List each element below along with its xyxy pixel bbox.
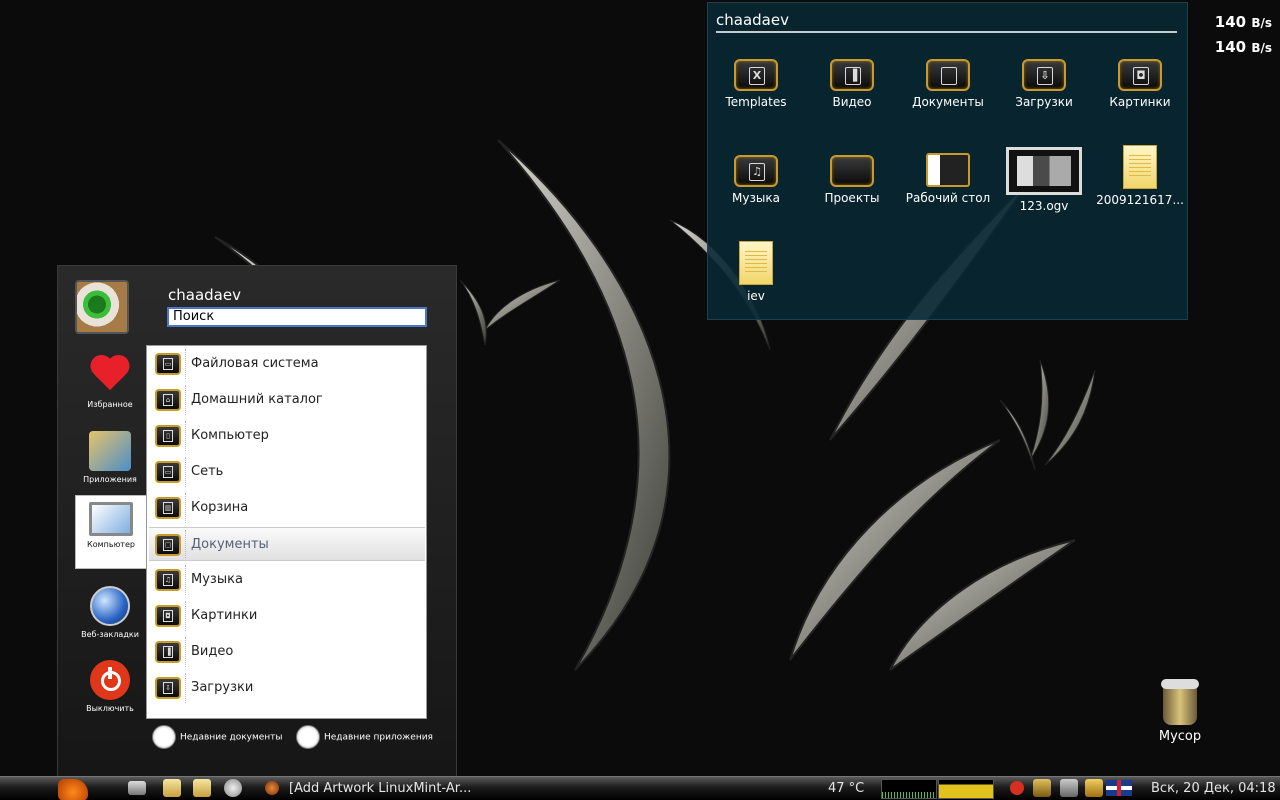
file-manager-icon[interactable]	[163, 779, 181, 797]
recent-applications-button[interactable]: Недавние приложения	[296, 725, 433, 749]
memory-meter[interactable]	[938, 779, 994, 799]
globe-icon	[90, 586, 130, 626]
file-item-123-ogv[interactable]: 123.ogv	[996, 147, 1092, 213]
music-folder-icon: ♫	[734, 155, 778, 187]
power-icon	[90, 660, 130, 700]
panel-clock[interactable]: Вск, 20 Дек, 04:18	[1151, 779, 1276, 799]
folder-view-widget: chaadaev X Templates ▐ Видео Документы ⇩…	[707, 2, 1188, 320]
computer-icon: ▯	[155, 425, 181, 447]
network-status-icon[interactable]	[1010, 781, 1024, 795]
downloads-icon: ⇩	[155, 677, 181, 699]
folder-item-templates[interactable]: X Templates	[708, 59, 804, 109]
system-monitor-graph[interactable]	[881, 779, 937, 799]
lock-icon[interactable]	[1060, 779, 1078, 797]
pictures-icon: ◘	[155, 605, 181, 627]
projects-folder-icon	[830, 155, 874, 187]
menu-username: chaadaev	[168, 286, 241, 304]
place-trash[interactable]: ▥ Корзина	[149, 491, 425, 525]
workspace-icon[interactable]	[1033, 779, 1051, 797]
templates-icon: X	[734, 59, 778, 91]
music-icon: ♫	[155, 569, 181, 591]
place-network[interactable]: ▭ Сеть	[149, 455, 425, 489]
clock-icon	[296, 725, 320, 749]
folder-item-projects[interactable]: Проекты	[804, 155, 900, 205]
battery-icon[interactable]	[1085, 779, 1103, 797]
applications-icon	[89, 431, 131, 471]
download-speed: 140 B/s	[1214, 13, 1272, 31]
folder-widget-divider	[716, 31, 1177, 33]
drive-icon: ▭	[155, 353, 181, 375]
folder-item-documents[interactable]: Документы	[900, 59, 996, 109]
video-icon: ▐	[155, 641, 181, 663]
category-computer[interactable]: Компьютер	[75, 495, 147, 569]
settings-icon[interactable]	[224, 779, 242, 797]
search-input[interactable]: Поиск	[167, 307, 427, 327]
place-music[interactable]: ♫ Музыка	[149, 563, 425, 597]
network-icon: ▭	[155, 461, 181, 483]
folder-item-music[interactable]: ♫ Музыка	[708, 155, 804, 205]
downloads-folder-icon: ⇩	[1022, 59, 1066, 91]
place-computer[interactable]: ▯ Компьютер	[149, 419, 425, 453]
documents-folder-icon	[926, 59, 970, 91]
taskbar-window-button[interactable]: [Add Artwork LinuxMint-Ar...	[289, 779, 471, 799]
category-applications[interactable]: Приложения	[76, 431, 144, 484]
trash-icon: ▥	[155, 497, 181, 519]
video-folder-icon: ▐	[830, 59, 874, 91]
category-web-bookmarks[interactable]: Веб-закладки	[76, 586, 144, 639]
clock-icon	[152, 725, 176, 749]
folder-item-downloads[interactable]: ⇩ Загрузки	[996, 59, 1092, 109]
category-shutdown[interactable]: Выключить	[76, 660, 144, 713]
upload-speed: 140 B/s	[1214, 38, 1272, 56]
bottom-panel: [Add Artwork LinuxMint-Ar... 47 °C Вск, …	[0, 776, 1280, 800]
show-desktop-icon[interactable]	[128, 781, 146, 795]
avatar[interactable]	[75, 280, 129, 334]
network-speed-monitor: 140 B/s 140 B/s	[1215, 10, 1272, 60]
place-downloads[interactable]: ⇩ Загрузки	[149, 671, 425, 705]
folder-widget-title: chaadaev	[716, 11, 789, 29]
desktop-folder-icon	[926, 153, 970, 187]
file-item-2009121617[interactable]: 2009121617...	[1092, 145, 1188, 207]
category-favorites[interactable]: Избранное	[76, 356, 144, 409]
folder-item-desktop[interactable]: Рабочий стол	[900, 153, 996, 205]
keyboard-layout-flag-icon[interactable]	[1106, 780, 1132, 796]
file-manager-icon[interactable]	[193, 779, 211, 797]
documents-icon: ▢	[155, 534, 181, 556]
recent-documents-button[interactable]: Недавние документы	[152, 725, 283, 749]
text-file-icon	[739, 241, 773, 285]
place-video[interactable]: ▐ Видео	[149, 635, 425, 669]
place-documents[interactable]: ▢ Документы	[149, 527, 425, 561]
folder-item-pictures[interactable]: ◘ Картинки	[1092, 59, 1188, 109]
pictures-folder-icon: ◘	[1118, 59, 1162, 91]
heart-icon	[88, 356, 132, 396]
places-list: ▭ Файловая система ⌂ Домашний каталог ▯ …	[146, 345, 427, 719]
menu-launcher-button[interactable]	[58, 779, 88, 800]
computer-icon	[89, 502, 133, 536]
folder-item-video[interactable]: ▐ Видео	[804, 59, 900, 109]
place-pictures[interactable]: ◘ Картинки	[149, 599, 425, 633]
place-home[interactable]: ⌂ Домашний каталог	[149, 383, 425, 417]
main-menu: chaadaev Поиск Избранное Приложения Комп…	[57, 265, 457, 777]
text-file-icon	[1123, 145, 1157, 189]
desktop-trash[interactable]: Мусор	[1152, 679, 1208, 744]
file-item-iev[interactable]: iev	[708, 241, 804, 303]
home-icon: ⌂	[155, 389, 181, 411]
firefox-icon	[265, 781, 279, 795]
video-file-icon	[1006, 147, 1082, 195]
trash-icon	[1161, 679, 1199, 725]
cpu-temperature: 47 °C	[828, 781, 865, 796]
place-filesystem[interactable]: ▭ Файловая система	[149, 347, 425, 381]
